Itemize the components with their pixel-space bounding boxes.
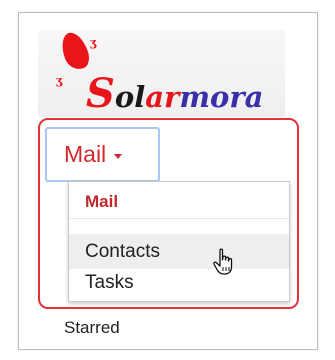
chevron-down-icon [114, 153, 123, 159]
app-switcher-menu: Mail Contacts Tasks [68, 181, 290, 302]
menu-item-mail[interactable]: Mail [69, 186, 289, 218]
nav-item-starred[interactable]: Starred [64, 318, 120, 338]
logo-ray-icon: ʒ [56, 74, 63, 87]
menu-item-contacts[interactable]: Contacts [69, 234, 289, 269]
hand-pointer-icon [213, 248, 233, 275]
app-switcher-button[interactable]: Mail [45, 127, 160, 182]
app-switcher-label: Mail [64, 141, 107, 167]
logo-swoosh-icon [57, 29, 93, 73]
logo-wordmark: Solarmora [86, 70, 264, 117]
menu-divider [69, 218, 289, 219]
logo-ray-icon: ʒ [90, 36, 97, 49]
menu-item-tasks[interactable]: Tasks [69, 267, 289, 299]
logo[interactable]: ʒ ʒ Solarmora [38, 29, 285, 117]
